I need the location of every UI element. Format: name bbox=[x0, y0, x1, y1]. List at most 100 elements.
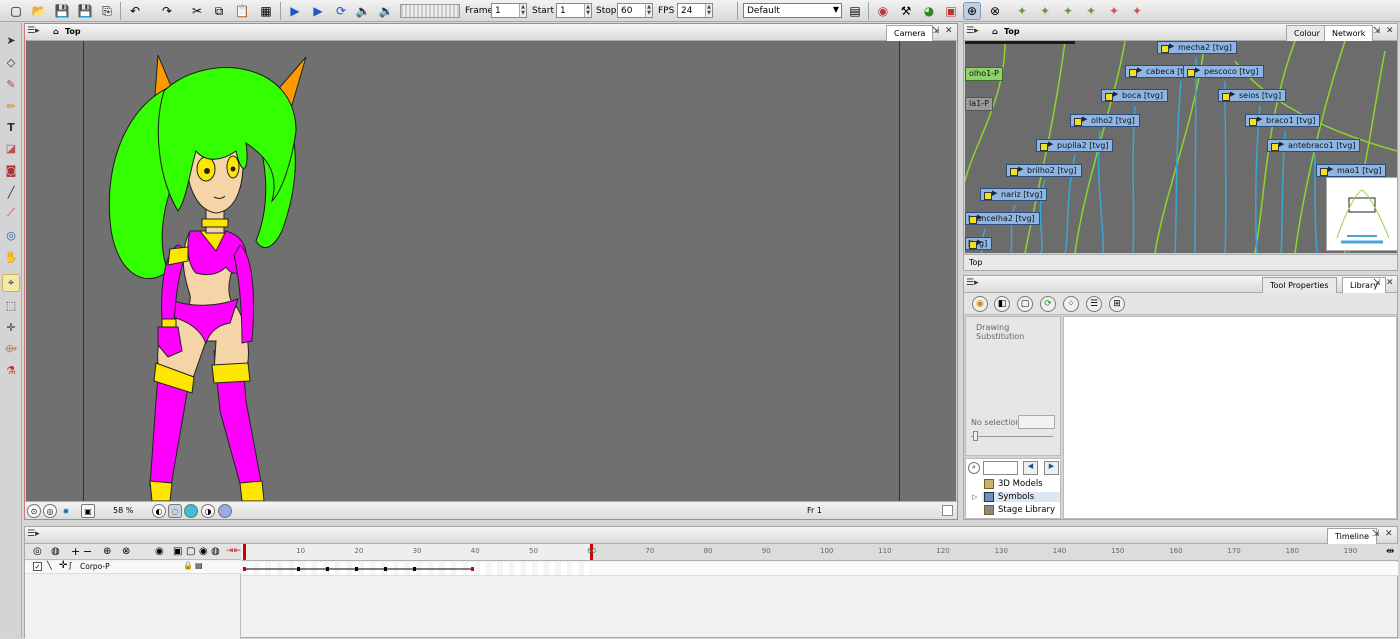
light-table-icon[interactable]: ◌ bbox=[168, 504, 182, 518]
node-pescoco[interactable]: pescoco [tvg] bbox=[1183, 65, 1264, 78]
cut-icon[interactable]: ✂ bbox=[188, 2, 206, 20]
hand-tool-icon[interactable]: ✋ bbox=[2, 248, 20, 266]
new-scene-icon[interactable]: ▢ bbox=[7, 2, 25, 20]
close-icon[interactable]: ✕ bbox=[945, 26, 953, 36]
onion-skin-toggle-icon[interactable]: ◎ bbox=[33, 546, 42, 557]
close-icon[interactable]: ✕ bbox=[1386, 26, 1394, 36]
previous-icon[interactable]: ◀ bbox=[1023, 461, 1038, 475]
paste-icon[interactable]: 📋 bbox=[233, 2, 251, 20]
panel-menu-icon[interactable]: ☰▸ bbox=[966, 26, 986, 38]
node-mao1[interactable]: mao1 [tvg] bbox=[1316, 164, 1387, 177]
sound-scrub-icon[interactable]: 🔉 bbox=[377, 2, 395, 20]
network-breadcrumb[interactable]: Top bbox=[1004, 27, 1020, 36]
library-options-icon[interactable]: ⊞ bbox=[1109, 296, 1125, 312]
home-icon[interactable]: ⌂ bbox=[53, 27, 59, 36]
contour-editor-icon[interactable]: ◇ bbox=[2, 53, 20, 71]
render-preview-icon[interactable] bbox=[218, 504, 232, 518]
camera-breadcrumb[interactable]: Top bbox=[65, 27, 81, 36]
play-icon[interactable]: ▶ bbox=[286, 2, 304, 20]
key-add-icon[interactable]: ✦ bbox=[1036, 2, 1054, 20]
resize-arrows-icon[interactable]: ⇹ bbox=[1386, 546, 1394, 557]
reset-key-icon[interactable]: ✦ bbox=[1128, 2, 1146, 20]
export-icon[interactable]: ⎘ bbox=[98, 2, 116, 20]
tab-camera[interactable]: Camera bbox=[886, 25, 934, 41]
workspace-preset-select[interactable]: Default ▼ bbox=[743, 3, 842, 18]
start-marker[interactable] bbox=[243, 544, 246, 560]
workspace-manager-icon[interactable]: ▤ bbox=[846, 2, 864, 20]
node-braco1[interactable]: braco1 [tvg] bbox=[1245, 114, 1321, 127]
reset-view-icon[interactable]: ⊙ bbox=[27, 504, 41, 518]
zoom-tool-icon[interactable]: ⚗ bbox=[2, 361, 20, 379]
playback-speed-slider[interactable] bbox=[400, 4, 460, 18]
home-icon[interactable]: ⌂ bbox=[992, 27, 998, 36]
line-tool-icon[interactable]: ╱ bbox=[2, 183, 20, 201]
node-brilho2[interactable]: brilho2 [tvg] bbox=[1006, 164, 1082, 177]
search-icon[interactable]: ⌕ bbox=[968, 462, 980, 474]
tab-timeline[interactable]: Timeline bbox=[1327, 528, 1378, 544]
node-tvg[interactable]: [tvg] bbox=[965, 237, 993, 250]
open-library-icon[interactable]: ◉ bbox=[972, 296, 988, 312]
animate-tool-icon[interactable]: ⊗ bbox=[986, 2, 1004, 20]
expand-arrow-icon[interactable]: ▷ bbox=[972, 493, 977, 501]
color-wheel-icon[interactable]: ◕ bbox=[920, 2, 938, 20]
layer-visibility-checkbox[interactable]: ✓ bbox=[33, 562, 42, 571]
library-item-3d-models[interactable]: 3D Models bbox=[984, 479, 1043, 489]
expand-layer-icon[interactable]: ╲ bbox=[47, 561, 52, 570]
onion-skin-icon[interactable]: ◐ bbox=[152, 504, 166, 518]
character-drawing[interactable] bbox=[96, 51, 326, 501]
text-tool-icon[interactable]: T bbox=[2, 118, 20, 136]
panel-dock-icon[interactable]: ⇲ bbox=[1373, 278, 1381, 288]
library-item-symbols[interactable]: Symbols bbox=[982, 492, 1060, 502]
key-remove-icon[interactable]: ✦ bbox=[1059, 2, 1077, 20]
loop-icon[interactable]: ⟳ bbox=[332, 2, 350, 20]
next-icon[interactable]: ▶ bbox=[1044, 461, 1059, 475]
node-nariz[interactable]: nariz [tvg] bbox=[980, 188, 1048, 201]
play-options-icon[interactable]: ▶ bbox=[309, 2, 327, 20]
copy-icon[interactable]: ⧉ bbox=[210, 2, 228, 20]
cutter-tool-icon[interactable]: ⬚ bbox=[2, 296, 20, 314]
morph-tool-icon[interactable]: ⟴ bbox=[2, 339, 20, 357]
brush-tool-icon[interactable]: ✎ bbox=[2, 75, 20, 93]
substitution-field[interactable] bbox=[1018, 415, 1055, 429]
node-pupila2[interactable]: pupila2 [tvg] bbox=[1036, 139, 1114, 152]
add-peg-icon[interactable]: ⊕ bbox=[103, 546, 111, 557]
close-icon[interactable]: ✕ bbox=[1386, 278, 1394, 288]
matte-view-icon[interactable]: ◑ bbox=[201, 504, 215, 518]
redo-icon[interactable]: ↷ bbox=[158, 2, 176, 20]
node-graph-view[interactable]: mecha2 [tvg] cabeca [tvg] pescoco [tvg] … bbox=[965, 41, 1397, 253]
dropper-tool-icon[interactable]: ⟋ bbox=[2, 204, 20, 222]
pencil-tool-icon[interactable]: ✏ bbox=[2, 97, 20, 115]
fps-field[interactable]: 24 ▲ ▼ bbox=[677, 3, 713, 18]
node-boca[interactable]: boca [tvg] bbox=[1101, 89, 1169, 102]
deformation-icon[interactable]: ◉ bbox=[874, 2, 892, 20]
stop-key-icon[interactable]: ✦ bbox=[1105, 2, 1123, 20]
drawing-stage[interactable] bbox=[26, 41, 956, 501]
frame-marker-icon[interactable]: ⇥⇤ bbox=[226, 546, 241, 556]
layer-name[interactable]: Corpo-P bbox=[80, 562, 110, 571]
library-search-input[interactable] bbox=[983, 461, 1018, 475]
node-antebraco1[interactable]: antebraco1 [tvg] bbox=[1267, 139, 1361, 152]
undo-icon[interactable]: ↶ bbox=[126, 2, 144, 20]
color-view-icon[interactable] bbox=[184, 504, 198, 518]
tab-tool-properties[interactable]: Tool Properties bbox=[1262, 277, 1337, 293]
lock-all-icon[interactable]: ▣ bbox=[173, 546, 182, 557]
new-folder-icon[interactable]: ◧ bbox=[994, 296, 1010, 312]
sound-icon[interactable]: 🔈 bbox=[354, 2, 372, 20]
list-view-icon[interactable]: ☰ bbox=[1086, 296, 1102, 312]
save-as-icon[interactable]: 💾 bbox=[76, 2, 94, 20]
link-icon[interactable]: ⊗ bbox=[122, 546, 130, 557]
lock-icon[interactable]: 🔒 bbox=[183, 561, 193, 570]
node-seios[interactable]: seios [tvg] bbox=[1218, 89, 1287, 102]
layer-row[interactable]: ✓ ╲ ✛ ʃ Corpo-P 🔒 ▤ bbox=[25, 560, 241, 574]
group-node-la1[interactable]: la1-P bbox=[965, 97, 993, 111]
frame-field[interactable]: 1 ▲ ▼ bbox=[491, 3, 527, 18]
thumbnails-icon[interactable]: ⁘ bbox=[1063, 296, 1079, 312]
record-icon[interactable]: ◉ bbox=[199, 546, 208, 557]
safe-area-icon[interactable]: ▣ bbox=[81, 504, 95, 518]
timeline-ruler[interactable]: 10 20 30 40 50 60 70 80 90 100 110 120 130 140 150 160 1… bbox=[242, 544, 1398, 561]
layer-options-icon[interactable]: ▤ bbox=[195, 561, 203, 570]
timeline-track[interactable] bbox=[242, 562, 1398, 576]
substitution-slider[interactable] bbox=[971, 436, 1053, 437]
select-tool-icon[interactable]: ➤ bbox=[2, 31, 20, 49]
start-field[interactable]: 1 ▲ ▼ bbox=[556, 3, 592, 18]
